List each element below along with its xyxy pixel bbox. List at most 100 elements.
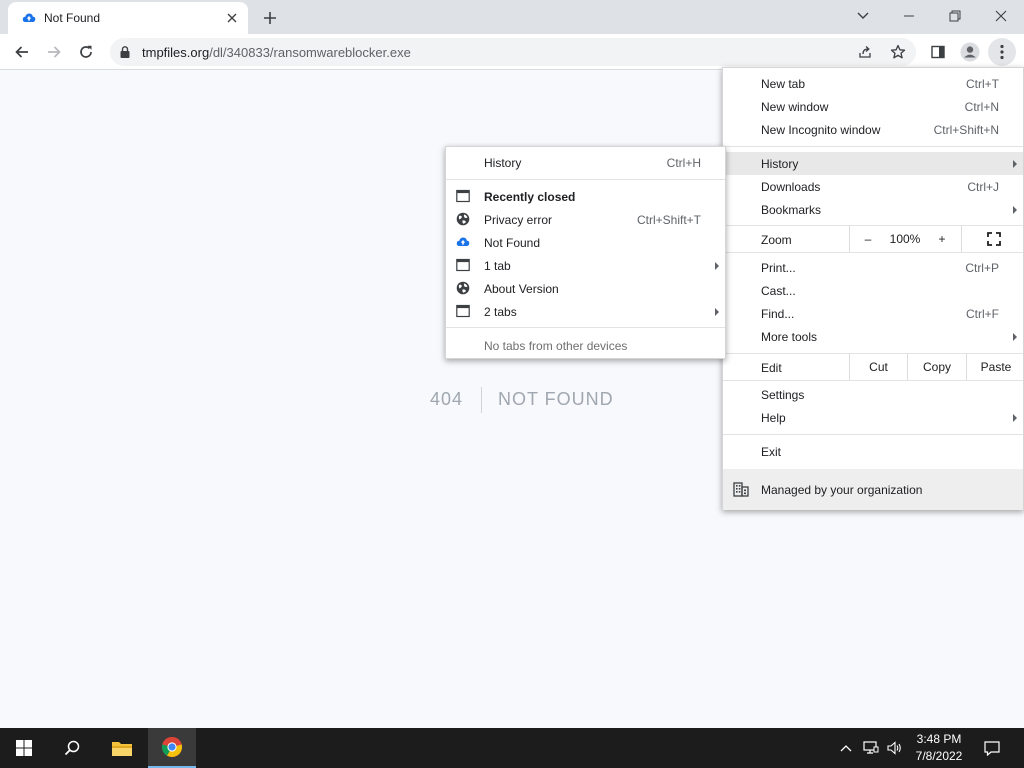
- fullscreen-button[interactable]: [961, 226, 1024, 252]
- error-message: NOT FOUND: [498, 389, 614, 409]
- menu-item-edit: Edit Cut Copy Paste: [723, 354, 1023, 380]
- cloud-upload-icon: [456, 237, 470, 246]
- menu-item-settings[interactable]: Settings: [723, 383, 1023, 406]
- restore-button[interactable]: [932, 0, 978, 32]
- history-item-history[interactable]: History Ctrl+H: [446, 151, 725, 174]
- menu-item-more-tools[interactable]: More tools: [723, 325, 1023, 348]
- cut-button[interactable]: Cut: [849, 354, 907, 380]
- kebab-menu-icon: [1000, 44, 1004, 60]
- share-button[interactable]: [856, 43, 874, 61]
- menu-item-zoom: Zoom – 100% +: [723, 226, 1023, 252]
- menu-divider: [723, 146, 1023, 147]
- tab-title: Not Found: [44, 11, 101, 25]
- reload-icon: [80, 45, 92, 58]
- network-button[interactable]: [860, 728, 882, 768]
- network-icon: [863, 741, 879, 754]
- notifications-button[interactable]: [978, 728, 1006, 768]
- clock-date: 7/8/2022: [915, 749, 963, 763]
- menu-divider: [446, 327, 725, 328]
- tab-window-icon: [456, 258, 470, 272]
- forward-button[interactable]: [40, 38, 68, 66]
- zoom-level: 100%: [889, 232, 921, 246]
- bookmark-star-button[interactable]: [889, 43, 907, 61]
- paste-button[interactable]: Paste: [966, 354, 1024, 380]
- managed-by-organization[interactable]: Managed by your organization: [723, 469, 1023, 510]
- menu-item-help[interactable]: Help: [723, 406, 1023, 429]
- menu-divider: [723, 434, 1023, 435]
- error-code: 404: [430, 389, 464, 409]
- address-bar[interactable]: tmpfiles.org/dl/340833/ransomwareblocker…: [110, 38, 916, 66]
- menu-item-new-tab[interactable]: New tab Ctrl+T: [723, 72, 1023, 95]
- profile-button[interactable]: [956, 38, 984, 66]
- file-explorer-button[interactable]: [98, 728, 146, 768]
- submenu-arrow-icon: [1013, 206, 1017, 214]
- history-item-no-tabs: No tabs from other devices: [484, 339, 628, 353]
- browser-toolbar: tmpfiles.org/dl/340833/ransomwareblocker…: [0, 34, 1024, 70]
- url-domain: tmpfiles.org: [142, 45, 210, 60]
- close-icon: [227, 13, 237, 23]
- copy-button[interactable]: Copy: [907, 354, 966, 380]
- globe-icon: [456, 281, 470, 295]
- menu-item-bookmarks[interactable]: Bookmarks: [723, 198, 1023, 221]
- star-icon: [890, 44, 906, 59]
- history-item-1-tab[interactable]: 1 tab: [446, 254, 725, 277]
- fullscreen-icon: [986, 232, 1001, 246]
- start-button[interactable]: [0, 728, 48, 768]
- menu-item-new-window[interactable]: New window Ctrl+N: [723, 95, 1023, 118]
- history-item-recently-closed[interactable]: Recently closed: [446, 185, 725, 208]
- history-item-about-version[interactable]: About Version: [446, 277, 725, 300]
- show-hidden-icons-button[interactable]: [836, 728, 856, 768]
- menu-item-cast[interactable]: Cast...: [723, 279, 1023, 302]
- back-button[interactable]: [8, 38, 36, 66]
- submenu-arrow-icon: [1013, 414, 1017, 422]
- chrome-main-menu: New tab Ctrl+T New window Ctrl+N New Inc…: [722, 67, 1024, 510]
- zoom-out-button[interactable]: –: [850, 226, 886, 252]
- volume-button[interactable]: [884, 728, 906, 768]
- menu-item-print[interactable]: Print... Ctrl+P: [723, 256, 1023, 279]
- history-item-not-found[interactable]: Not Found: [446, 231, 725, 254]
- chevron-down-icon: [857, 12, 869, 19]
- windows-logo-icon: [16, 740, 32, 756]
- arrow-right-icon: [48, 46, 61, 58]
- lock-icon[interactable]: [118, 45, 132, 59]
- new-tab-button[interactable]: [258, 6, 282, 30]
- browser-tab[interactable]: Not Found: [8, 2, 248, 34]
- globe-icon: [456, 212, 470, 226]
- menu-item-new-incognito[interactable]: New Incognito window Ctrl+Shift+N: [723, 118, 1023, 141]
- volume-icon: [887, 741, 901, 755]
- zoom-in-button[interactable]: +: [924, 226, 960, 252]
- menu-item-history[interactable]: History: [723, 152, 1023, 175]
- tab-search-button[interactable]: [840, 0, 886, 32]
- side-panel-button[interactable]: [924, 38, 952, 66]
- chrome-menu-button[interactable]: [988, 38, 1016, 66]
- submenu-arrow-icon: [715, 308, 719, 316]
- chrome-icon: [161, 737, 183, 758]
- chrome-taskbar-button[interactable]: [148, 728, 196, 768]
- url-text: tmpfiles.org/dl/340833/ransomwareblocker…: [142, 45, 411, 60]
- clock-time: 3:48 PM: [916, 732, 962, 746]
- history-item-2-tabs[interactable]: 2 tabs: [446, 300, 725, 323]
- search-icon: [64, 740, 80, 756]
- share-icon: [859, 46, 871, 58]
- menu-divider: [723, 380, 1023, 381]
- tab-close-button[interactable]: [222, 8, 242, 28]
- history-item-privacy-error[interactable]: Privacy error Ctrl+Shift+T: [446, 208, 725, 231]
- history-submenu: History Ctrl+H Recently closed Privacy e…: [445, 146, 726, 359]
- menu-item-exit[interactable]: Exit: [723, 440, 1023, 463]
- zoom-controls: – 100% +: [849, 226, 959, 252]
- error-divider: [481, 387, 482, 413]
- cloud-upload-icon: [22, 13, 36, 22]
- search-button[interactable]: [48, 728, 96, 768]
- restore-icon: [949, 10, 961, 22]
- close-window-button[interactable]: [978, 0, 1024, 32]
- minimize-button[interactable]: [886, 0, 932, 32]
- taskbar-clock[interactable]: 3:48 PM 7/8/2022: [904, 731, 974, 765]
- menu-item-downloads[interactable]: Downloads Ctrl+J: [723, 175, 1023, 198]
- tab-window-icon: [456, 189, 470, 203]
- menu-item-find[interactable]: Find... Ctrl+F: [723, 302, 1023, 325]
- title-bar: Not Found: [0, 0, 1024, 34]
- building-icon: [733, 482, 749, 497]
- submenu-arrow-icon: [1013, 333, 1017, 341]
- reload-button[interactable]: [72, 38, 100, 66]
- submenu-arrow-icon: [715, 262, 719, 270]
